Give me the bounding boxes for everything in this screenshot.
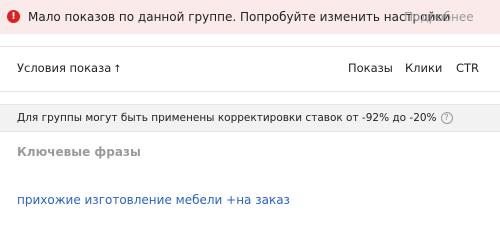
details-link[interactable]: Подробнее (404, 10, 474, 24)
table-header: Условия показа ↑ Показы Клики CTR (0, 46, 500, 92)
notice-text-wrap: Для группы могут быть применены корректи… (17, 112, 453, 124)
column-ctr[interactable]: CTR (456, 61, 479, 75)
sort-arrow-icon: ↑ (113, 64, 122, 75)
alert-message: Мало показов по данной группе. Попробуйт… (28, 10, 451, 24)
keywords-section-title: Ключевые фразы (17, 145, 141, 159)
column-shows[interactable]: Показы (348, 61, 393, 75)
notice-text: Для группы могут быть применены корректи… (17, 112, 437, 124)
warning-alert: ! Мало показов по данной группе. Попробу… (0, 0, 500, 34)
column-conditions-label: Условия показа (17, 61, 112, 75)
column-clicks[interactable]: Клики (405, 61, 442, 75)
more-options-button[interactable]: ··· (268, 191, 282, 205)
bid-adjustment-notice: Для группы могут быть применены корректи… (0, 104, 500, 132)
keyword-phrase-link[interactable]: прихожие изготовление мебели +на заказ (17, 193, 290, 207)
exclamation-icon: ! (7, 10, 20, 23)
column-conditions[interactable]: Условия показа ↑ (17, 61, 122, 75)
help-icon[interactable]: ? (440, 112, 453, 124)
